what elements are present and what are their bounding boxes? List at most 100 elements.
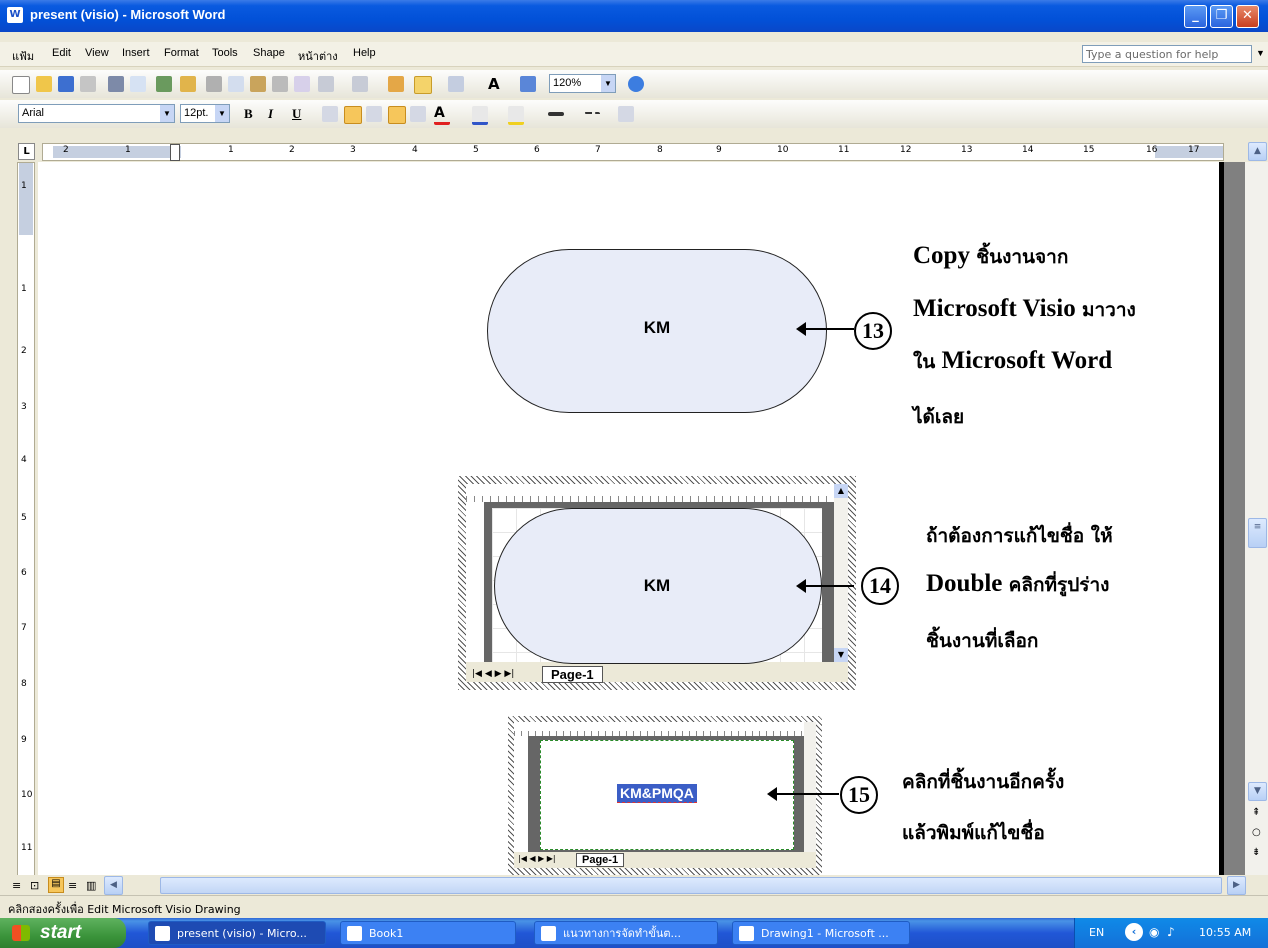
volume-icon[interactable]: ♪ — [1167, 925, 1175, 939]
fill-color-icon[interactable] — [508, 106, 524, 125]
menu-edit[interactable]: Edit — [52, 47, 71, 59]
visio-page-tabs-2: |◀ ◀ ▶ ▶| Page-1 — [514, 853, 804, 867]
normal-view-icon[interactable]: ≡ — [12, 879, 21, 892]
help-icon[interactable] — [628, 76, 644, 92]
visio-scroll-up-icon[interactable]: ▲ — [834, 484, 848, 498]
select-browse-object-icon[interactable]: ○ — [1252, 827, 1261, 838]
bold-icon[interactable]: B — [244, 106, 260, 122]
stamp-tool-icon[interactable] — [520, 76, 536, 92]
underline-icon[interactable]: U — [292, 106, 308, 122]
clock[interactable]: 10:55 AM — [1199, 926, 1251, 939]
vruler-bar[interactable]: 1 1 2 3 4 5 6 7 8 9 10 11 — [17, 162, 35, 876]
open-icon[interactable] — [36, 76, 52, 92]
language-indicator[interactable]: EN — [1089, 926, 1104, 939]
scroll-down-button[interactable]: ▼ — [1248, 782, 1267, 801]
scroll-right-button[interactable]: ▶ — [1227, 876, 1246, 895]
print-layout-icon[interactable]: ▤ — [48, 877, 64, 893]
font-size-select[interactable]: 12pt. ▼ — [180, 104, 230, 123]
vertical-scrollbar[interactable]: ≡ ▼ ⇞ ○ ⇟ — [1245, 162, 1268, 875]
status-bar: คลิกสองครั้งเพื่อ Edit Microsoft Visio D… — [0, 895, 1268, 918]
shapes-icon[interactable] — [388, 76, 404, 92]
selected-shape-text[interactable]: KM&PMQA — [617, 784, 697, 803]
task-word-guide[interactable]: แนวทางการจัดทำขั้นต... — [534, 921, 718, 945]
outline-view-icon[interactable]: ≡ — [68, 879, 77, 892]
format-painter-icon[interactable] — [294, 76, 310, 92]
web-view-icon[interactable]: ⊡ — [30, 879, 39, 892]
rtl-icon[interactable] — [410, 106, 426, 122]
menu-insert[interactable]: Insert — [122, 47, 150, 59]
tray-expand-icon[interactable]: ‹ — [1125, 923, 1143, 941]
ruler-label: 7 — [595, 145, 601, 155]
help-search-input[interactable]: Type a question for help — [1082, 45, 1252, 63]
size-dropdown-icon[interactable]: ▼ — [215, 105, 229, 122]
print-icon[interactable] — [108, 76, 124, 92]
redo-icon[interactable] — [352, 76, 368, 92]
pointer-tool-icon[interactable] — [414, 76, 432, 94]
page-nav-icons[interactable]: |◀ ◀ ▶ ▶| — [472, 669, 514, 679]
task-excel-book1[interactable]: Book1 — [340, 921, 516, 945]
undo-icon[interactable] — [318, 76, 334, 92]
task-word-present[interactable]: present (visio) - Micro... — [148, 921, 326, 945]
connector-tool-icon[interactable] — [448, 76, 464, 92]
windows-logo-icon — [12, 925, 30, 941]
page-nav-icons-2[interactable]: |◀ ◀ ▶ ▶| — [518, 854, 556, 863]
indent-marker-icon[interactable] — [170, 144, 180, 161]
restore-button[interactable]: ❐ — [1210, 5, 1233, 28]
ruler-label: 4 — [412, 145, 418, 155]
ruler-bar[interactable]: 2 1 1 2 3 4 5 6 7 8 9 10 11 12 13 14 15 … — [42, 143, 1224, 161]
line-weight-icon[interactable] — [548, 112, 564, 116]
menu-format[interactable]: Format — [164, 47, 199, 59]
help-dropdown-icon[interactable]: ▼ — [1256, 48, 1265, 58]
research-icon[interactable] — [180, 76, 196, 92]
line-pattern-icon[interactable] — [584, 112, 600, 122]
hscroll-thumb[interactable] — [160, 877, 1222, 894]
paste-icon[interactable] — [250, 76, 266, 92]
italic-icon[interactable]: I — [268, 106, 284, 122]
close-button[interactable]: ✕ — [1236, 5, 1259, 28]
new-icon[interactable] — [12, 76, 30, 94]
line-ends-icon[interactable] — [618, 106, 634, 122]
tab-selector-icon[interactable]: L — [18, 143, 35, 160]
minimize-button[interactable]: _ — [1184, 5, 1207, 28]
scroll-up-button[interactable]: ▲ — [1248, 142, 1267, 161]
document-page[interactable]: KM 13 Copy ชิ้นงานจาก Microsoft Visio มา… — [38, 162, 1219, 875]
visio-scroll-down-icon[interactable]: ▼ — [834, 648, 848, 662]
cut-icon[interactable] — [206, 76, 222, 92]
visio-vscroll[interactable] — [834, 484, 848, 662]
menu-window[interactable]: หน้าต่าง — [298, 47, 338, 65]
font-select[interactable]: Arial ▼ — [18, 104, 175, 123]
menu-tools[interactable]: Tools — [212, 47, 238, 59]
reading-view-icon[interactable]: ▥ — [86, 879, 96, 892]
menu-view[interactable]: View — [85, 47, 109, 59]
line-color-icon[interactable] — [472, 106, 488, 125]
spelling-icon[interactable] — [156, 76, 172, 92]
print-preview-icon[interactable] — [130, 76, 146, 92]
next-page-icon[interactable]: ⇟ — [1252, 847, 1260, 858]
menu-shape[interactable]: Shape — [253, 47, 285, 59]
start-button[interactable]: start — [0, 918, 126, 948]
page-tab-2[interactable]: Page-1 — [576, 853, 625, 867]
delete-icon[interactable] — [272, 76, 288, 92]
permission-icon[interactable] — [80, 76, 96, 92]
word-app-icon[interactable]: W — [7, 7, 23, 23]
visio-vscroll-2[interactable] — [804, 722, 816, 852]
save-icon[interactable] — [58, 76, 74, 92]
align-right-icon[interactable] — [366, 106, 382, 122]
menu-file[interactable]: แฟ้ม — [12, 47, 34, 65]
align-center-icon[interactable] — [344, 106, 362, 124]
task-visio-drawing1[interactable]: Drawing1 - Microsoft ... — [732, 921, 910, 945]
prev-page-icon[interactable]: ⇞ — [1252, 807, 1260, 818]
align-left-icon[interactable] — [322, 106, 338, 122]
ltr-icon[interactable] — [388, 106, 406, 124]
text-tool-icon[interactable]: A — [488, 76, 504, 92]
font-dropdown-icon[interactable]: ▼ — [160, 105, 174, 122]
scroll-left-button[interactable]: ◀ — [104, 876, 123, 895]
network-icon[interactable]: ◉ — [1149, 925, 1159, 939]
zoom-dropdown-icon[interactable]: ▼ — [601, 75, 615, 92]
zoom-select[interactable]: 120% ▼ — [549, 74, 616, 93]
copy-icon[interactable] — [228, 76, 244, 92]
page-tab[interactable]: Page-1 — [542, 666, 603, 683]
font-color-icon[interactable]: A — [434, 106, 450, 125]
scroll-thumb[interactable]: ≡ — [1248, 518, 1267, 548]
menu-help[interactable]: Help — [353, 47, 376, 59]
